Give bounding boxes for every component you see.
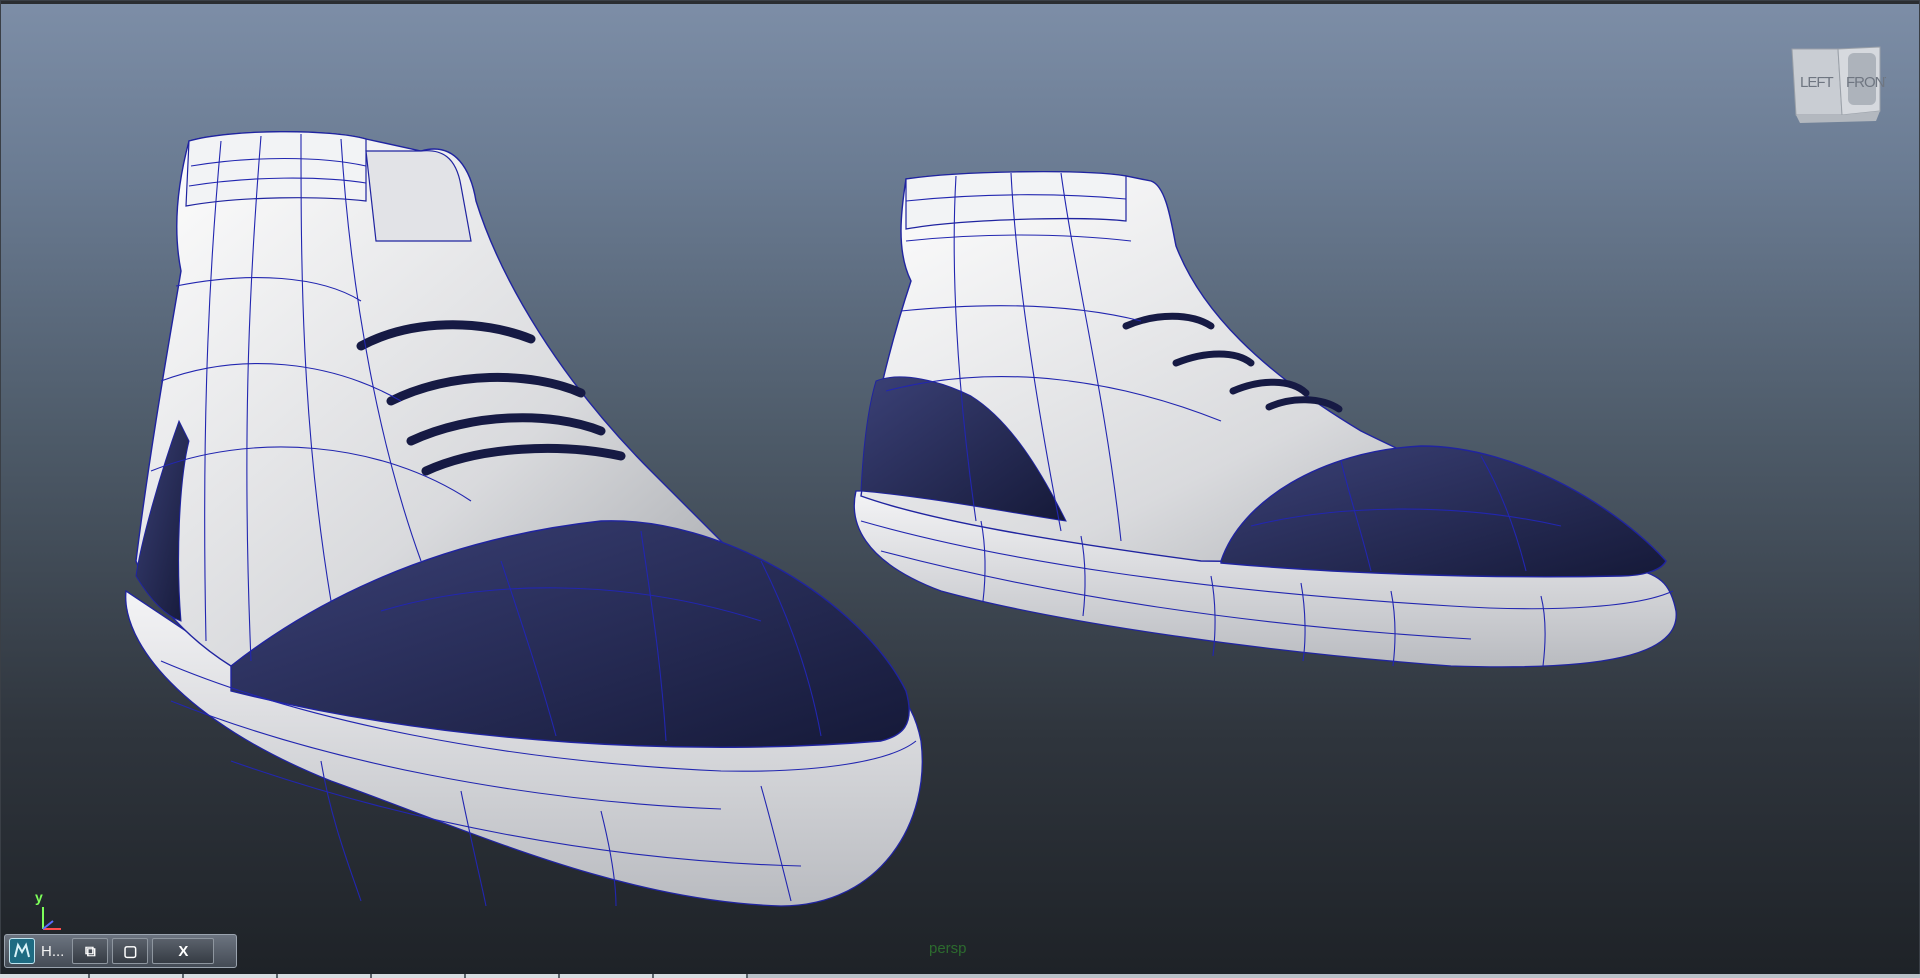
scene-render[interactable] <box>1 1 1920 978</box>
close-button[interactable]: X <box>152 938 215 964</box>
bottom-tab-slot[interactable] <box>372 974 466 978</box>
view-cube-left-label[interactable]: LEFT <box>1800 74 1835 91</box>
bottom-tab-slot[interactable] <box>278 974 372 978</box>
maya-app-icon <box>9 938 35 964</box>
perspective-viewport[interactable]: LEFT FRONT y persp <box>0 0 1920 978</box>
bottom-tab-slot[interactable] <box>654 974 748 978</box>
minimized-window-bar[interactable]: H... ⧉ ▢ X <box>4 934 237 968</box>
bottom-tab-slot[interactable] <box>560 974 654 978</box>
shoe-left-collar <box>185 131 367 207</box>
view-cube[interactable]: LEFT FRONT <box>1786 43 1886 133</box>
shoe-left[interactable] <box>125 131 923 907</box>
restore-button[interactable]: ⧉ <box>72 938 109 964</box>
minimized-app[interactable]: H... <box>5 937 68 965</box>
bottom-tab-slot[interactable] <box>466 974 560 978</box>
bottom-tab-slot[interactable] <box>90 974 184 978</box>
maximize-button[interactable]: ▢ <box>112 938 149 964</box>
bottom-tab-strip <box>0 974 1920 978</box>
bottom-tab-slot[interactable] <box>0 974 90 978</box>
shoe-right[interactable] <box>853 171 1677 668</box>
axis-lines-icon <box>42 907 61 930</box>
maya-logo-icon <box>14 942 30 958</box>
camera-name-label: persp <box>929 940 967 957</box>
bottom-tab-slot[interactable] <box>184 974 278 978</box>
axis-gizmo: y <box>31 889 71 934</box>
minimized-app-title: H... <box>41 942 65 960</box>
view-cube-front-label[interactable]: FRONT <box>1846 74 1886 91</box>
